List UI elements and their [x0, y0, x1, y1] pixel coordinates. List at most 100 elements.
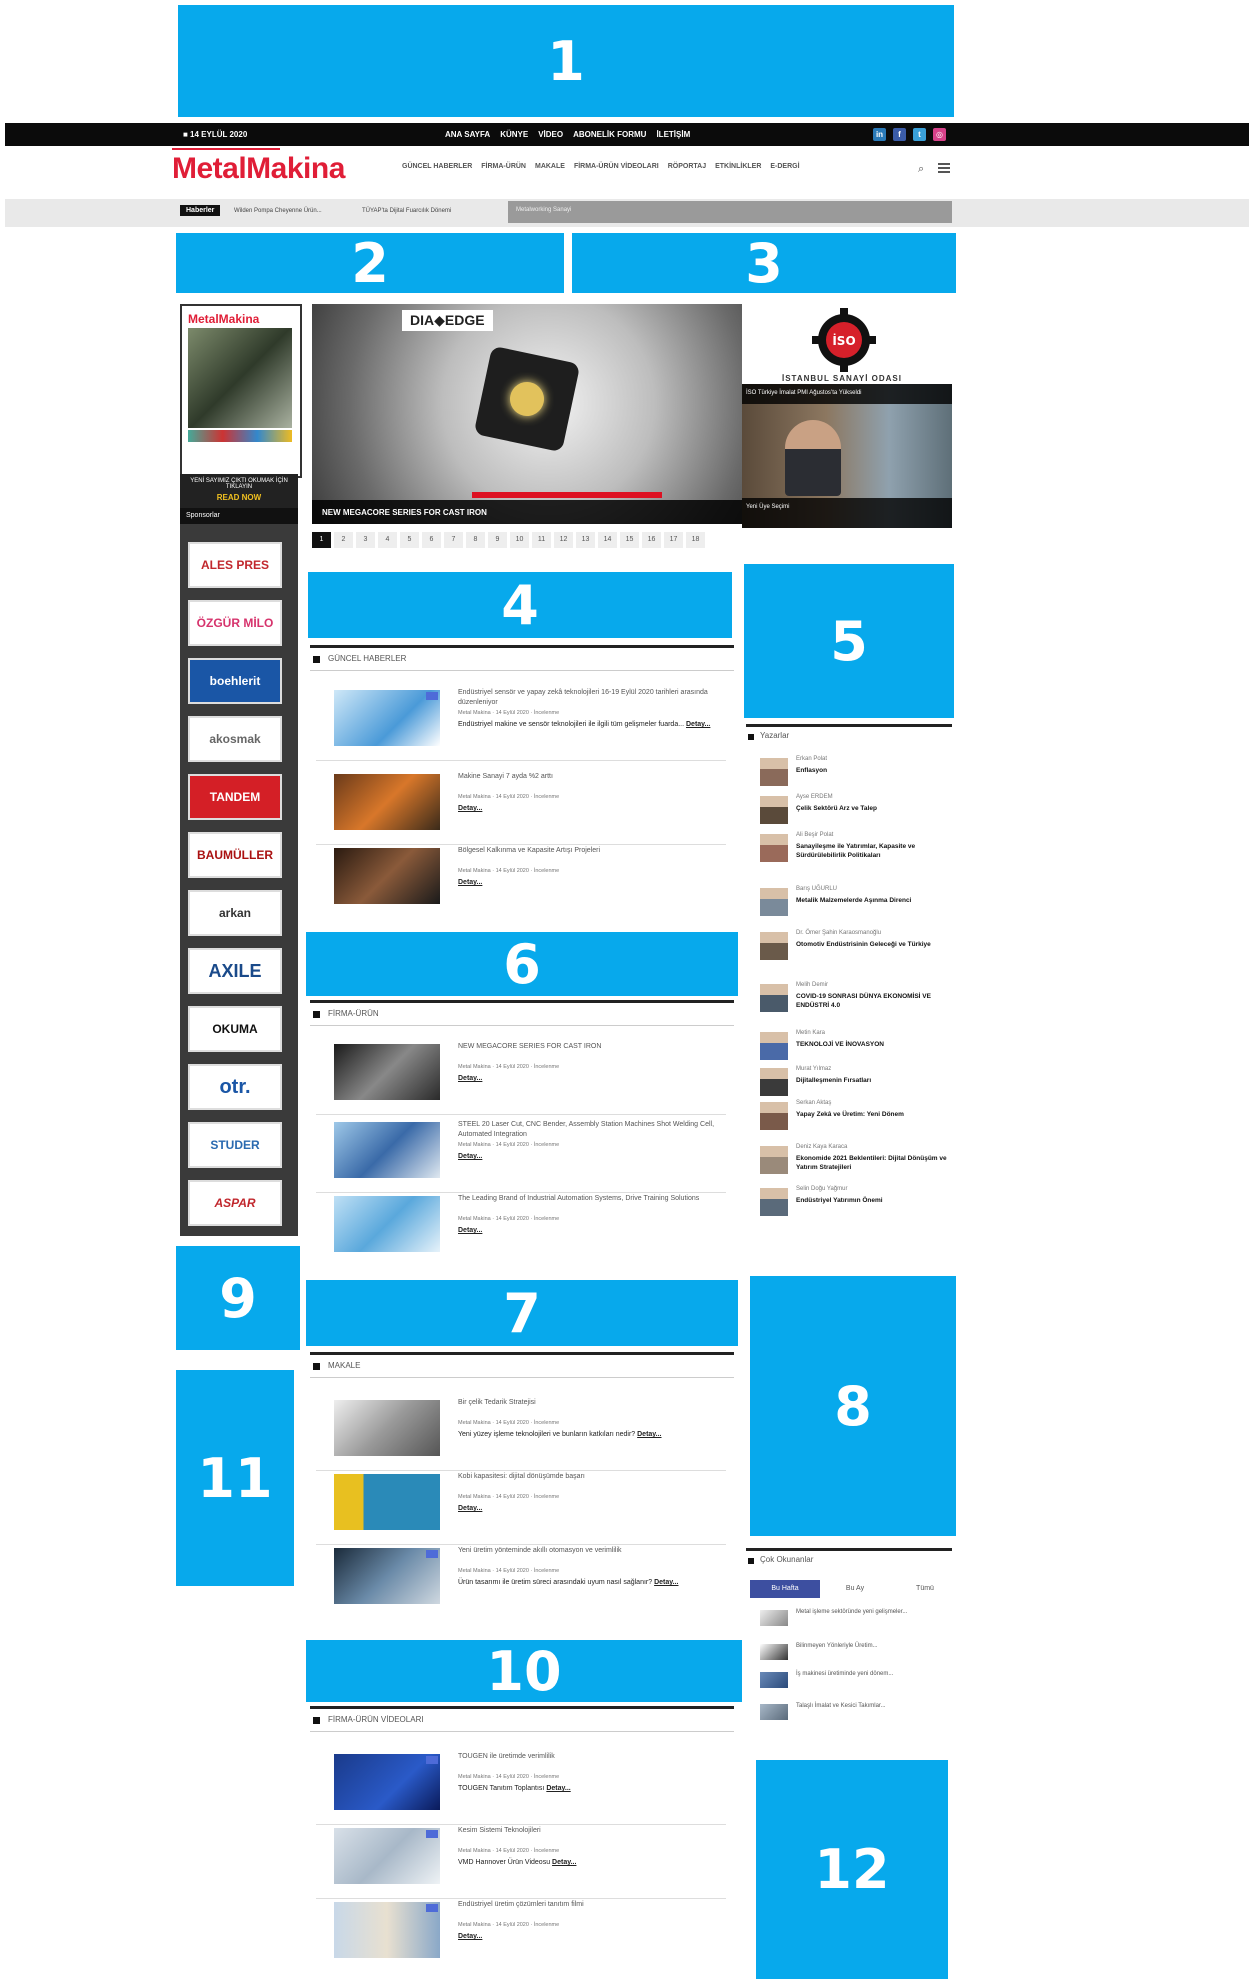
article-title[interactable]: Bölgesel Kalkınma ve Kapasite Artışı Pro…	[458, 846, 718, 856]
nav-edergi[interactable]: E-DERGİ	[770, 163, 799, 170]
read-now-link[interactable]: READ NOW	[180, 493, 298, 502]
article-title[interactable]: The Leading Brand of Industrial Automati…	[458, 1194, 718, 1204]
author-item[interactable]: Ali Beşir Polat Sanayileşme ile Yatırımla…	[760, 832, 950, 868]
avatar[interactable]	[760, 1146, 788, 1174]
linkedin-icon[interactable]: in	[873, 128, 886, 141]
author-name[interactable]: Deniz Kaya Karaca	[796, 1144, 847, 1150]
author-article-title[interactable]: Ekonomide 2021 Beklentileri: Dijital Dön…	[796, 1154, 948, 1172]
detail-link[interactable]: Detay...	[552, 1859, 576, 1866]
slider-page-7[interactable]: 7	[444, 532, 463, 548]
author-name[interactable]: Barış UĞURLU	[796, 886, 837, 892]
mostread-item[interactable]: Talaşlı İmalat ve Kesici Takımlar...	[760, 1700, 950, 1728]
avatar[interactable]	[760, 834, 788, 862]
top-nav-subscribe[interactable]: ABONELİK FORMU	[573, 130, 646, 139]
author-name[interactable]: Dr. Ömer Şahin Karaosmanoğlu	[796, 930, 881, 936]
article-title[interactable]: Makine Sanayi 7 ayda %2 arttı	[458, 772, 718, 782]
detail-link[interactable]: Detay...	[637, 1431, 661, 1438]
article-thumb[interactable]	[334, 1474, 440, 1530]
article-thumb[interactable]	[334, 1548, 440, 1604]
article-thumb[interactable]	[334, 1754, 440, 1810]
sponsor-logo[interactable]: OKUMA	[188, 1006, 282, 1052]
detail-link[interactable]: Detay...	[458, 1075, 482, 1082]
author-article-title[interactable]: Enflasyon	[796, 766, 948, 775]
sponsor-logo[interactable]: boehlerit	[188, 658, 282, 704]
article-thumb[interactable]	[334, 1196, 440, 1252]
avatar[interactable]	[760, 796, 788, 824]
instagram-icon[interactable]: ◎	[933, 128, 946, 141]
nav-etkinlikler[interactable]: ETKİNLİKLER	[715, 163, 761, 170]
avatar[interactable]	[760, 984, 788, 1012]
detail-link[interactable]: Detay...	[458, 1933, 482, 1940]
article-item[interactable]: Yeni üretim yönteminde akıllı otomasyon …	[316, 1544, 726, 1618]
sponsor-logo[interactable]: TANDEM	[188, 774, 282, 820]
author-name[interactable]: Murat Yılmaz	[796, 1066, 831, 1072]
article-thumb[interactable]	[334, 1044, 440, 1100]
article-thumb[interactable]	[334, 774, 440, 830]
detail-link[interactable]: Detay...	[546, 1785, 570, 1792]
author-item[interactable]: Melih Demir COVID-19 SONRASI DÜNYA EKONOM…	[760, 982, 950, 1018]
slider-page-8[interactable]: 8	[466, 532, 485, 548]
nav-makale[interactable]: MAKALE	[535, 163, 565, 170]
article-thumb[interactable]	[334, 1902, 440, 1958]
slider-page-12[interactable]: 12	[554, 532, 573, 548]
mostread-title[interactable]: Talaşlı İmalat ve Kesici Takımlar...	[796, 1702, 946, 1711]
facebook-icon[interactable]: f	[893, 128, 906, 141]
sponsor-logo[interactable]: BAUMÜLLER	[188, 832, 282, 878]
detail-link[interactable]: Detay...	[458, 1505, 482, 1512]
avatar[interactable]	[760, 1102, 788, 1130]
author-article-title[interactable]: Yapay Zekâ ve Üretim: Yeni Dönem	[796, 1110, 948, 1119]
author-item[interactable]: Erkan Polat Enflasyon	[760, 756, 950, 792]
author-name[interactable]: Melih Demir	[796, 982, 828, 988]
author-article-title[interactable]: Metalik Malzemelerde Aşınma Direnci	[796, 896, 948, 905]
author-article-title[interactable]: Endüstriyel Yatırımın Önemi	[796, 1196, 948, 1205]
mostread-thumb[interactable]	[760, 1644, 788, 1660]
author-name[interactable]: Serkan Aktaş	[796, 1100, 831, 1106]
top-nav-video[interactable]: VİDEO	[538, 130, 563, 139]
article-title[interactable]: Kesim Sistemi Teknolojileri	[458, 1826, 718, 1836]
article-title[interactable]: Endüstriyel sensör ve yapay zekâ teknolo…	[458, 688, 718, 708]
slider-page-14[interactable]: 14	[598, 532, 617, 548]
magazine-cover[interactable]: MetalMakina	[180, 304, 302, 478]
slider-page-16[interactable]: 16	[642, 532, 661, 548]
author-item[interactable]: Murat Yılmaz Dijitalleşmenin Fırsatları	[760, 1066, 950, 1102]
avatar[interactable]	[760, 888, 788, 916]
slider-page-4[interactable]: 4	[378, 532, 397, 548]
detail-link[interactable]: Detay...	[458, 1153, 482, 1160]
slider-page-15[interactable]: 15	[620, 532, 639, 548]
sponsor-logo[interactable]: akosmak	[188, 716, 282, 762]
slider-page-1[interactable]: 1	[312, 532, 331, 548]
top-nav-kunye[interactable]: KÜNYE	[500, 130, 528, 139]
ticker-item[interactable]: Wilden Pompa Cheyenne Ürün...	[234, 208, 322, 214]
video-caption[interactable]: Yeni Üye Seçimi	[742, 498, 952, 528]
author-item[interactable]: Ayse ERDEM Çelik Sektörü Arz ve Talep	[760, 794, 950, 830]
slider-page-10[interactable]: 10	[510, 532, 529, 548]
article-item[interactable]: Endüstriyel sensör ve yapay zekâ teknolo…	[316, 686, 726, 761]
article-thumb[interactable]	[334, 848, 440, 904]
mostread-title[interactable]: Metal işleme sektöründe yeni gelişmeler.…	[796, 1608, 946, 1617]
slider-page-13[interactable]: 13	[576, 532, 595, 548]
magazine-caption[interactable]: YENİ SAYIMIZ ÇIKTI OKUMAK İÇİN TIKLAYIN …	[180, 474, 298, 508]
slider-page-6[interactable]: 6	[422, 532, 441, 548]
slider-page-18[interactable]: 18	[686, 532, 705, 548]
mostread-title[interactable]: İş makinesi üretiminde yeni dönem...	[796, 1670, 946, 1679]
tab-this-week[interactable]: Bu Hafta	[750, 1580, 820, 1598]
author-item[interactable]: Dr. Ömer Şahin Karaosmanoğlu Otomotiv End…	[760, 930, 950, 966]
hero-slider[interactable]: DIA◆EDGE	[312, 304, 742, 524]
article-title[interactable]: NEW MEGACORE SERIES FOR CAST IRON	[458, 1042, 718, 1052]
mostread-title[interactable]: Bilinmeyen Yönleriyle Üretim...	[796, 1642, 946, 1651]
nav-roportaj[interactable]: RÖPORTAJ	[668, 163, 706, 170]
mostread-thumb[interactable]	[760, 1672, 788, 1688]
article-thumb[interactable]	[334, 1828, 440, 1884]
author-article-title[interactable]: Sanayileşme ile Yatırımlar, Kapasite ve …	[796, 842, 948, 860]
slider-page-11[interactable]: 11	[532, 532, 551, 548]
article-item[interactable]: Bir çelik Tedarik Stratejisi Metal Makin…	[316, 1396, 726, 1471]
tab-all[interactable]: Tümü	[890, 1580, 960, 1598]
mostread-thumb[interactable]	[760, 1610, 788, 1626]
author-name[interactable]: Metin Kara	[796, 1030, 825, 1036]
avatar[interactable]	[760, 1188, 788, 1216]
article-title[interactable]: Bir çelik Tedarik Stratejisi	[458, 1398, 718, 1408]
author-name[interactable]: Erkan Polat	[796, 756, 827, 762]
author-item[interactable]: Metin Kara TEKNOLOJİ VE İNOVASYON	[760, 1030, 950, 1066]
detail-link[interactable]: Detay...	[686, 721, 710, 728]
slider-page-5[interactable]: 5	[400, 532, 419, 548]
